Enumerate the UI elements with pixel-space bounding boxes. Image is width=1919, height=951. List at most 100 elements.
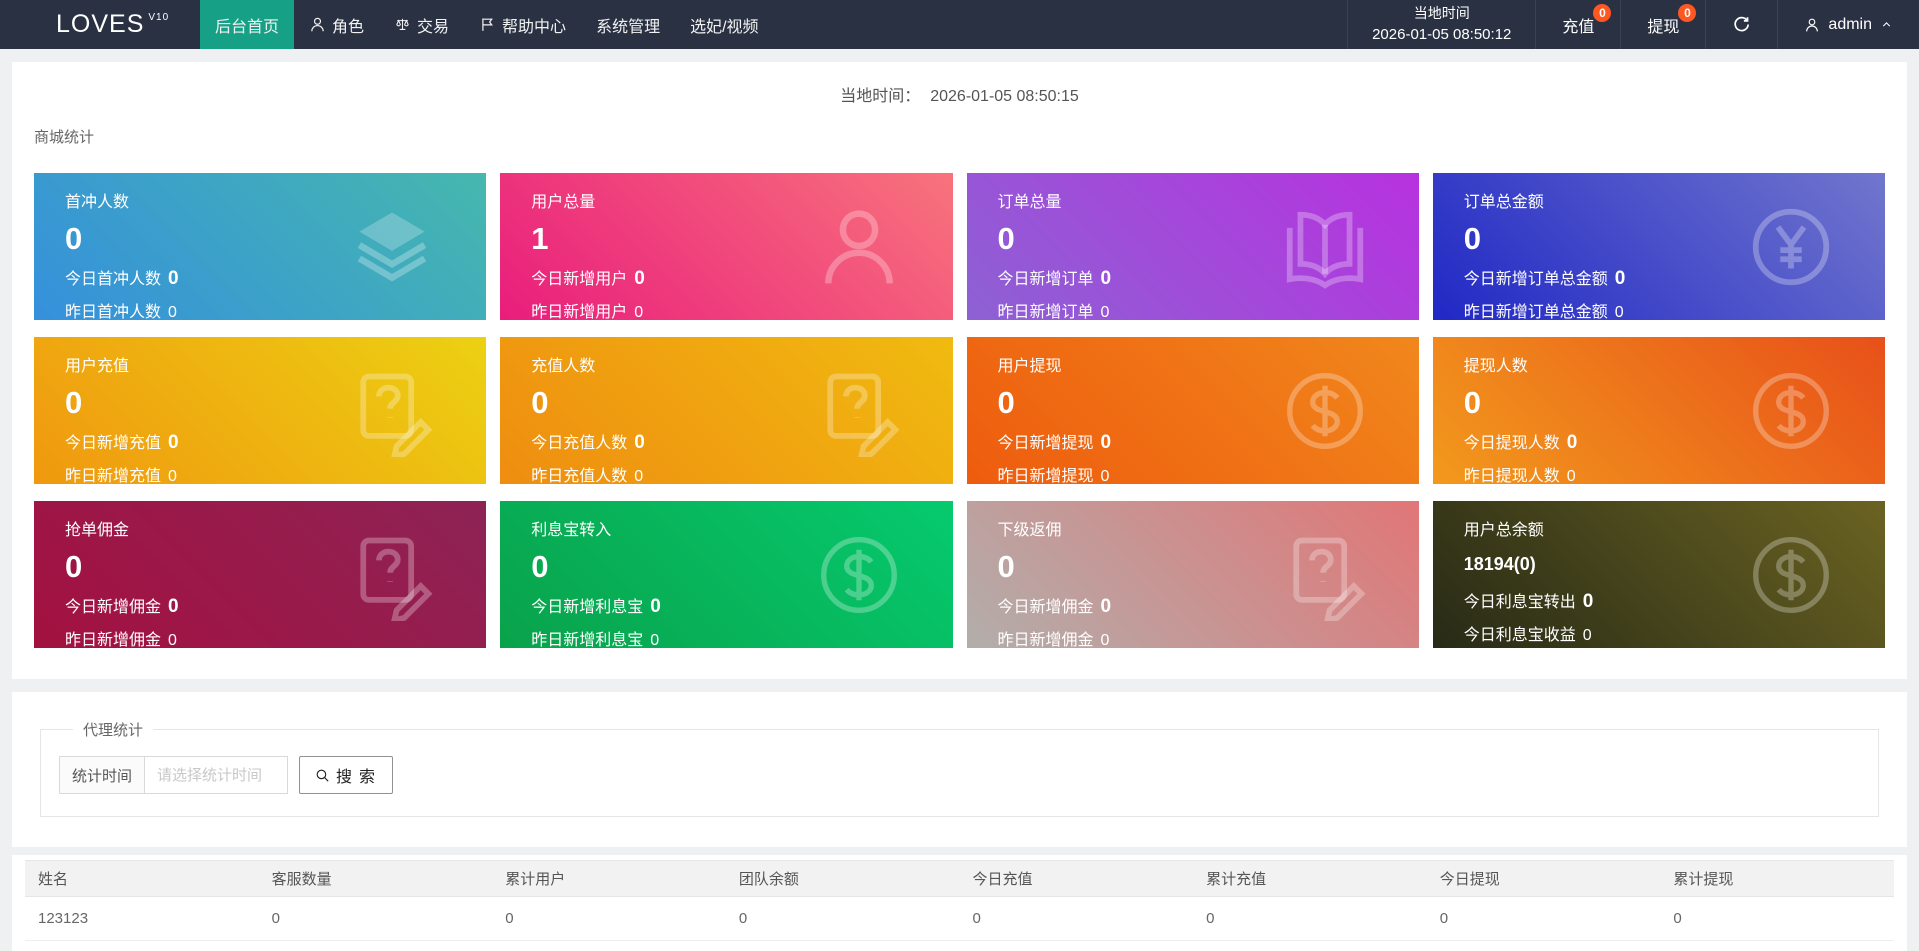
stat-line1-value: 0: [168, 595, 179, 617]
stat-line2-value: 0: [1566, 467, 1576, 484]
stat-line1-label: 今日新增提现: [997, 434, 1094, 452]
stat-line1-label: 今日新增佣金: [997, 598, 1094, 616]
stat-line1-label: 今日新增订单: [997, 270, 1094, 288]
recharge-button[interactable]: 充值 0: [1535, 0, 1620, 49]
stat-card-3: 订单总金额 0 今日新增订单总金额 0 昨日新增订单总金额 0: [1432, 173, 1885, 320]
stat-card-value: 0: [65, 549, 83, 584]
stat-card-line1: 今日新增佣金 0: [998, 593, 1269, 618]
doc-question-icon: [346, 529, 438, 624]
navbar-local-time: 当地时间 2026-01-05 08:50:12: [1347, 0, 1535, 49]
nav-item-5[interactable]: 选妃/视频: [675, 0, 773, 49]
table-header-cell: 客服数量: [258, 860, 493, 897]
stat-line2-value: 0: [634, 467, 644, 484]
stat-line1-label: 今日新增用户: [531, 270, 628, 288]
stat-card-title: 首冲人数: [65, 194, 130, 211]
nav-item-4[interactable]: 系统管理: [581, 0, 675, 49]
nav-item-label: 后台首页: [215, 18, 280, 36]
admin-menu[interactable]: admin: [1777, 0, 1919, 49]
stat-line2-label: 昨日新增充值: [65, 467, 162, 484]
panel-time-value: 2026-01-05 08:50:15: [930, 88, 1079, 105]
stat-line1-value: 0: [1614, 267, 1626, 289]
stat-card-8: 抢单佣金 0 今日新增佣金 0 昨日新增佣金 0: [34, 501, 487, 648]
search-button[interactable]: 搜索: [299, 756, 394, 794]
stat-card-value: 0: [65, 385, 83, 420]
agent-table-head: 姓名 客服数量 累计用户 团队余额 今日充值 累计充值 今日提现 累计提现: [25, 860, 1894, 897]
user-icon: [813, 201, 905, 293]
refresh-button[interactable]: [1705, 0, 1777, 49]
stat-card-line2: 昨日提现人数 0: [1464, 462, 1735, 484]
nav-item-3[interactable]: 帮助中心: [464, 0, 581, 49]
agent-legend: 代理统计: [83, 722, 144, 739]
stat-card-line1: 今日新增充值 0: [65, 429, 336, 454]
stats-section-title: 商城统计: [34, 129, 95, 146]
stat-card-line1: 今日新增订单 0: [998, 265, 1269, 290]
stat-card-value: 0: [997, 549, 1015, 584]
stat-card-line1: 今日新增用户 0: [531, 265, 802, 290]
stat-line1-value: 0: [634, 267, 645, 289]
stat-card-value: 0: [997, 385, 1015, 420]
panel-local-time: 当地时间： 2026-01-05 08:50:15: [34, 82, 1885, 106]
stats-panel: 当地时间： 2026-01-05 08:50:15 商城统计 首冲人数 0 今日首…: [12, 62, 1907, 679]
time-filter-input[interactable]: [145, 756, 289, 794]
table-cell: 0: [1193, 896, 1427, 941]
main-nav: 后台首页 角色 交易 帮助中心 系统管理 选妃/视频: [200, 0, 774, 49]
table-header-cell: 累计提现: [1660, 860, 1894, 897]
layers-icon: [346, 201, 438, 293]
stat-card-title: 提现人数: [1463, 358, 1528, 375]
stat-line1-value: 0: [1566, 431, 1578, 453]
stat-card-value: 0: [1463, 221, 1481, 256]
stat-line1-label: 今日新增充值: [65, 434, 162, 452]
stat-line2-value: 0: [1100, 467, 1110, 484]
stat-card-line1: 今日提现人数 0: [1464, 429, 1735, 454]
search-button-label: 搜索: [336, 769, 383, 786]
stat-line2-value: 0: [168, 467, 177, 484]
stat-line2-value: 0: [634, 303, 644, 320]
stat-line2-label: 昨日新增佣金: [65, 631, 162, 648]
stat-card-line2: 昨日新增用户 0: [531, 298, 802, 320]
table-header-row: 姓名 客服数量 累计用户 团队余额 今日充值 累计充值 今日提现 累计提现: [25, 860, 1894, 897]
table-header-cell: 团队余额: [725, 860, 960, 897]
stat-line2-label: 昨日新增利息宝: [531, 631, 644, 648]
agent-table: 姓名 客服数量 累计用户 团队余额 今日充值 累计充值 今日提现 累计提现 123123 0 0 0…: [25, 860, 1894, 941]
stat-card-7: 提现人数 0 今日提现人数 0 昨日提现人数 0: [1432, 337, 1885, 484]
stat-card-4: 用户充值 0 今日新增充值 0 昨日新增充值 0: [34, 337, 487, 484]
agent-search-form: 统计时间 搜索: [59, 756, 1860, 794]
nav-item-label: 选妃/视频: [690, 18, 759, 36]
stat-card-line1: 今日新增佣金 0: [65, 593, 336, 618]
stat-card-title: 订单总量: [997, 194, 1062, 211]
stat-card-line1: 今日利息宝转出 0: [1464, 588, 1735, 613]
stat-card-value: 0: [65, 221, 83, 256]
nav-item-0[interactable]: 后台首页: [200, 0, 295, 49]
table-row: 123123 0 0 0 0 0 0 0: [25, 896, 1894, 941]
stat-card-5: 充值人数 0 今日充值人数 0 昨日充值人数 0: [500, 337, 953, 484]
logo-text: LOVES: [56, 10, 145, 38]
yen-circle-icon: [1745, 201, 1837, 293]
stat-line1-value: 0: [168, 267, 179, 289]
stat-line2-value: 0: [1100, 631, 1110, 648]
admin-username: admin: [1828, 15, 1872, 33]
recharge-label: 充值: [1562, 18, 1595, 36]
stat-card-2: 订单总量 0 今日新增订单 0 昨日新增订单 0: [966, 173, 1419, 320]
nav-item-1[interactable]: 角色: [294, 0, 379, 49]
nav-item-2[interactable]: 交易: [379, 0, 464, 49]
stat-line1-label: 今日新增佣金: [65, 598, 162, 616]
logo-version: V10: [148, 12, 170, 23]
agent-table-panel: 姓名 客服数量 累计用户 团队余额 今日充值 累计充值 今日提现 累计提现 123123 0 0 0…: [12, 855, 1907, 951]
stat-card-title: 下级返佣: [997, 522, 1062, 539]
stat-card-line1: 今日首冲人数 0: [65, 265, 336, 290]
stat-card-line2: 昨日充值人数 0: [531, 462, 802, 484]
withdraw-button[interactable]: 提现 0: [1620, 0, 1705, 49]
table-cell: 0: [492, 896, 726, 941]
user-icon: [309, 16, 326, 33]
stat-card-title: 订单总金额: [1463, 194, 1544, 211]
stat-card-value: 0: [531, 549, 549, 584]
table-header-cell: 姓名: [25, 860, 259, 897]
stat-card-line2: 昨日新增佣金 0: [65, 626, 336, 648]
stat-card-title: 充值人数: [531, 358, 596, 375]
stat-card-line2: 昨日新增订单总金额 0: [1464, 298, 1735, 320]
stat-card-line1: 今日新增利息宝 0: [531, 593, 802, 618]
stat-line1-value: 0: [1582, 590, 1594, 612]
stat-line1-label: 今日利息宝转出: [1463, 593, 1576, 611]
stat-line2-label: 昨日新增提现: [997, 467, 1094, 484]
stat-card-line2: 今日利息宝收益 0: [1464, 621, 1735, 645]
